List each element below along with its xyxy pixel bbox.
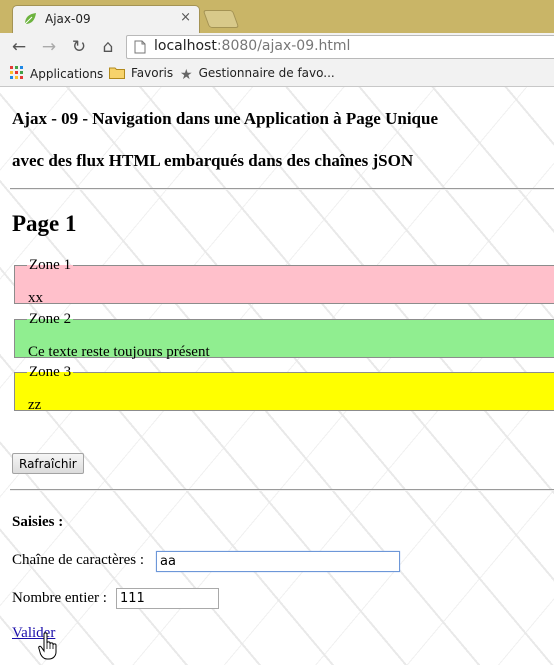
- zone-2-text: Ce texte reste toujours présent: [28, 344, 210, 360]
- page-icon: [134, 40, 146, 54]
- bookmark-applications[interactable]: Applications: [10, 66, 103, 83]
- page-heading-line1: Ajax - 09 - Navigation dans une Applicat…: [12, 109, 438, 128]
- zone-3-text: zz: [28, 397, 42, 413]
- url-host: localhost: [154, 38, 217, 54]
- address-url: localhost:8080/ajax-09.html: [154, 38, 350, 54]
- zone-3: Zone 3 zz: [14, 364, 554, 413]
- bookmark-label: Favoris: [131, 66, 174, 80]
- tab-close-icon[interactable]: ×: [180, 10, 191, 25]
- leaf-icon: [24, 13, 36, 25]
- browser-titlebar: Ajax-09 ×: [0, 0, 554, 33]
- browser-toolbar: ← → ↻ ⌂ localhost:8080/ajax-09.html: [0, 33, 554, 61]
- divider: [10, 188, 554, 190]
- reload-icon[interactable]: ↻: [68, 37, 90, 57]
- divider: [10, 489, 554, 491]
- saisies-heading: Saisies :: [12, 514, 64, 530]
- zone-1-text: xx: [28, 290, 43, 306]
- forward-arrow-icon[interactable]: →: [38, 37, 60, 57]
- zone-1: Zone 1 xx: [14, 257, 554, 306]
- star-icon: ★: [180, 67, 193, 83]
- bookmark-label: Applications: [30, 67, 104, 81]
- folder-icon: [109, 66, 125, 82]
- page-heading-line2: avec des flux HTML embarqués dans des ch…: [12, 151, 414, 170]
- int-label: Nombre entier :: [12, 590, 107, 606]
- zone-1-legend: Zone 1: [29, 257, 72, 273]
- string-label: Chaîne de caractères :: [12, 552, 145, 568]
- back-arrow-icon[interactable]: ←: [8, 37, 30, 57]
- bookmark-manager[interactable]: ★ Gestionnaire de favo...: [180, 66, 335, 83]
- url-path: :8080/ajax-09.html: [216, 38, 351, 54]
- home-icon[interactable]: ⌂: [97, 37, 119, 57]
- apps-grid-icon: [10, 66, 24, 83]
- bookmark-label: Gestionnaire de favo...: [198, 66, 335, 80]
- address-bar[interactable]: localhost:8080/ajax-09.html: [126, 35, 554, 59]
- hand-cursor-icon: [38, 632, 57, 660]
- refresh-button[interactable]: Rafraîchir: [12, 453, 84, 474]
- zone-3-legend: Zone 3: [29, 364, 72, 380]
- new-tab-button[interactable]: [202, 10, 240, 28]
- string-input[interactable]: aa: [156, 551, 400, 572]
- bookmark-favoris[interactable]: Favoris: [109, 66, 173, 82]
- browser-tab[interactable]: Ajax-09 ×: [12, 5, 200, 33]
- page-content: Ajax - 09 - Navigation dans une Applicat…: [0, 87, 554, 665]
- zone-2: Zone 2 Ce texte reste toujours présent: [14, 311, 554, 360]
- bookmarks-bar: Applications Favoris ★ Gestionnaire de fa…: [0, 61, 554, 87]
- zone-2-legend: Zone 2: [29, 311, 72, 327]
- tab-title: Ajax-09: [45, 12, 91, 26]
- page-title: Page 1: [12, 211, 77, 236]
- int-input[interactable]: 111: [116, 588, 219, 609]
